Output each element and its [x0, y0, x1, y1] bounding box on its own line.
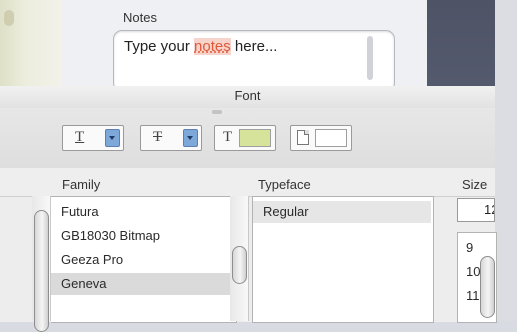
family-list[interactable]: Futura GB18030 Bitmap Geeza Pro Geneva: [51, 196, 237, 323]
document-color-button[interactable]: [290, 125, 352, 151]
notes-text-before: Type your: [124, 38, 195, 55]
size-scroll-thumb[interactable]: [480, 256, 495, 318]
text-color-button[interactable]: T: [214, 125, 276, 151]
notes-text[interactable]: Type your notes here...: [124, 38, 277, 55]
strikethrough-icon: T: [153, 129, 163, 145]
underline-button[interactable]: T: [62, 125, 124, 151]
family-scroll-thumb[interactable]: [34, 210, 49, 332]
underline-icon: T: [75, 129, 85, 145]
typeface-scrollbar[interactable]: [230, 196, 249, 321]
notes-scrollbar[interactable]: [367, 36, 373, 80]
chevron-down-icon[interactable]: [105, 129, 120, 147]
size-input[interactable]: 12: [457, 198, 495, 222]
typeface-item-selected[interactable]: Regular: [253, 201, 431, 223]
typeface-column-header: Typeface: [258, 177, 311, 192]
text-color-swatch[interactable]: [239, 129, 271, 147]
chevron-down-icon[interactable]: [183, 129, 198, 147]
notes-text-after: here...: [230, 38, 278, 55]
font-panel-title: Font: [234, 88, 261, 103]
window-edge: [495, 0, 517, 321]
wallpaper-detail: [4, 10, 14, 26]
family-item-selected[interactable]: Geneva: [51, 273, 236, 295]
document-color-swatch[interactable]: [315, 129, 347, 147]
typeface-list[interactable]: Regular: [252, 196, 434, 323]
family-item[interactable]: Futura: [51, 201, 236, 223]
family-scrollbar[interactable]: [32, 196, 51, 332]
typeface-scroll-thumb[interactable]: [232, 246, 247, 284]
toolbar-resize-handle[interactable]: [212, 110, 222, 114]
family-item[interactable]: GB18030 Bitmap: [51, 225, 236, 247]
text-color-icon: T: [223, 129, 233, 145]
notes-label: Notes: [123, 10, 157, 25]
family-item[interactable]: Geeza Pro: [51, 249, 236, 271]
size-column-header: Size: [462, 177, 488, 192]
document-icon: [297, 130, 309, 145]
misspelled-word[interactable]: notes: [194, 38, 231, 55]
strikethrough-button[interactable]: T: [140, 125, 202, 151]
family-column-header: Family: [62, 177, 101, 192]
